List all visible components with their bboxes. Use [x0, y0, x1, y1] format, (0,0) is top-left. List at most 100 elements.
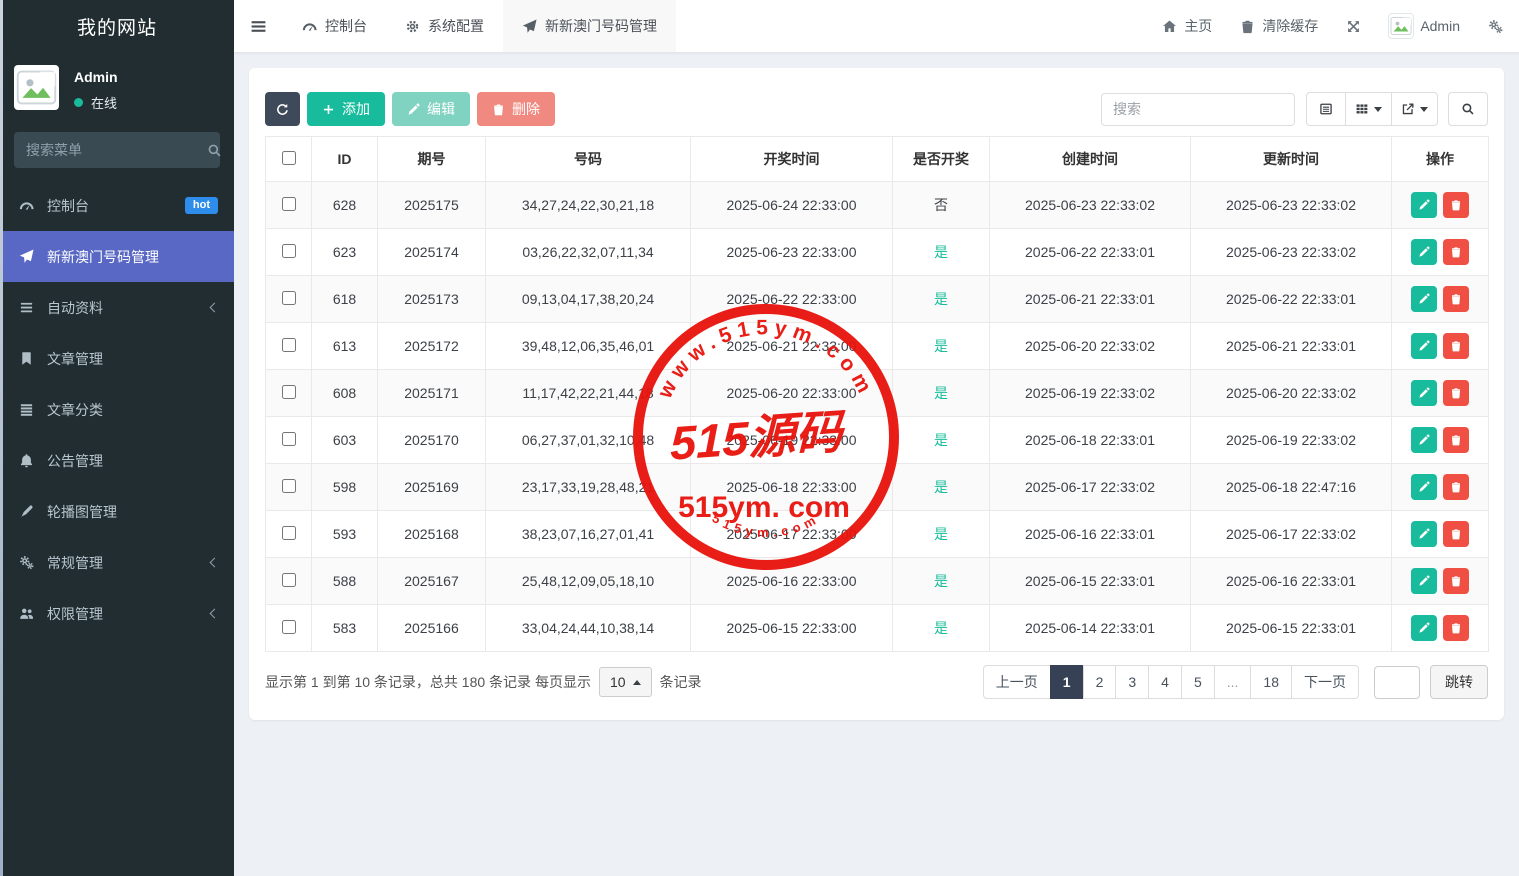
fullscreen-button[interactable] [1346, 19, 1361, 34]
page-ellipsis-button[interactable]: ... [1214, 665, 1252, 699]
pagination-info-prefix: 显示第 1 到第 10 条记录，总共 180 条记录 每页显示 [265, 672, 591, 692]
row-delete-button[interactable] [1443, 615, 1469, 641]
drawn-status: 否 [934, 197, 948, 213]
sidebar-item-新新澳门号码管理[interactable]: 新新澳门号码管理 [0, 231, 234, 282]
row-edit-button[interactable] [1411, 568, 1437, 594]
row-edit-button[interactable] [1411, 192, 1437, 218]
table-body: 628202517534,27,24,22,30,21,182025-06-24… [266, 182, 1489, 652]
column-header-ID[interactable]: ID [312, 137, 378, 182]
row-checkbox[interactable] [282, 620, 296, 634]
sidebar-search-input[interactable] [26, 142, 207, 158]
row-checkbox[interactable] [282, 338, 296, 352]
home-link[interactable]: 主页 [1162, 16, 1212, 36]
page-button-4[interactable]: 4 [1148, 665, 1182, 699]
prev-page-button[interactable]: 上一页 [983, 665, 1051, 699]
edit-button[interactable]: 编辑 [392, 92, 470, 126]
jump-button[interactable]: 跳转 [1430, 665, 1488, 699]
row-edit-button[interactable] [1411, 615, 1437, 641]
row-delete-button[interactable] [1443, 192, 1469, 218]
page-button-1[interactable]: 1 [1050, 665, 1084, 699]
site-title: 我的网站 [0, 0, 234, 53]
add-button[interactable]: 添加 [307, 92, 385, 126]
page-size-dropdown[interactable]: 10 [599, 667, 652, 697]
row-edit-button[interactable] [1411, 380, 1437, 406]
sidebar-item-label: 文章分类 [47, 400, 103, 420]
sidebar-item-常规管理[interactable]: 常规管理 [0, 537, 234, 588]
row-edit-button[interactable] [1411, 333, 1437, 359]
column-header-操作[interactable]: 操作 [1392, 137, 1489, 182]
hamburger-icon[interactable] [234, 0, 283, 52]
next-page-button[interactable]: 下一页 [1291, 665, 1359, 699]
row-edit-button[interactable] [1411, 286, 1437, 312]
column-header-是否开奖[interactable]: 是否开奖 [893, 137, 990, 182]
select-all-checkbox[interactable] [282, 151, 296, 165]
sidebar-item-公告管理[interactable]: 公告管理 [0, 435, 234, 486]
draw-time-cell: 2025-06-23 22:33:00 [691, 229, 893, 276]
row-edit-button[interactable] [1411, 474, 1437, 500]
tab-新新澳门号码管理[interactable]: 新新澳门号码管理 [503, 0, 676, 52]
sidebar-item-文章分类[interactable]: 文章分类 [0, 384, 234, 435]
row-select-cell [266, 229, 312, 276]
row-delete-button[interactable] [1443, 380, 1469, 406]
column-header-期号[interactable]: 期号 [378, 137, 486, 182]
drawn-cell: 是 [893, 511, 990, 558]
detail-view-button[interactable] [1306, 92, 1346, 126]
user-menu[interactable]: Admin [1389, 14, 1460, 38]
row-checkbox[interactable] [282, 526, 296, 540]
sidebar-item-控制台[interactable]: 控制台hot [0, 180, 234, 231]
row-delete-button[interactable] [1443, 568, 1469, 594]
draw-time-cell: 2025-06-15 22:33:00 [691, 605, 893, 652]
column-header-号码[interactable]: 号码 [486, 137, 691, 182]
clear-cache-link[interactable]: 清除缓存 [1240, 16, 1318, 36]
row-select-cell [266, 511, 312, 558]
columns-button[interactable] [1345, 92, 1392, 126]
issue-cell: 2025167 [378, 558, 486, 605]
row-checkbox[interactable] [282, 197, 296, 211]
export-button[interactable] [1391, 92, 1438, 126]
pen-icon [16, 504, 36, 519]
page-button-2[interactable]: 2 [1083, 665, 1117, 699]
table-row: 618202517309,13,04,17,38,20,242025-06-22… [266, 276, 1489, 323]
search-icon[interactable] [207, 143, 222, 158]
tab-系统配置[interactable]: 系统配置 [386, 0, 503, 52]
row-checkbox[interactable] [282, 244, 296, 258]
refresh-button[interactable] [265, 92, 300, 126]
delete-button[interactable]: 删除 [477, 92, 555, 126]
sidebar-item-权限管理[interactable]: 权限管理 [0, 588, 234, 639]
page-button-5[interactable]: 5 [1181, 665, 1215, 699]
row-checkbox[interactable] [282, 479, 296, 493]
trash-icon [492, 103, 505, 116]
search-button[interactable] [1448, 92, 1488, 126]
drawn-status: 是 [934, 385, 948, 401]
row-edit-button[interactable] [1411, 239, 1437, 265]
table-search-input[interactable] [1101, 93, 1295, 126]
row-checkbox[interactable] [282, 385, 296, 399]
row-delete-button[interactable] [1443, 239, 1469, 265]
row-edit-button[interactable] [1411, 427, 1437, 453]
broken-image-icon [1389, 14, 1413, 38]
row-delete-button[interactable] [1443, 333, 1469, 359]
user-status-label: 在线 [91, 93, 117, 112]
tab-控制台[interactable]: 控制台 [283, 0, 386, 52]
column-header-开奖时间[interactable]: 开奖时间 [691, 137, 893, 182]
sidebar-search [14, 132, 220, 168]
settings-button[interactable] [1488, 19, 1503, 34]
row-edit-button[interactable] [1411, 521, 1437, 547]
row-delete-button[interactable] [1443, 286, 1469, 312]
page-button-3[interactable]: 3 [1115, 665, 1149, 699]
sidebar-item-轮播图管理[interactable]: 轮播图管理 [0, 486, 234, 537]
row-checkbox[interactable] [282, 432, 296, 446]
column-header-更新时间[interactable]: 更新时间 [1191, 137, 1392, 182]
row-checkbox[interactable] [282, 573, 296, 587]
row-delete-button[interactable] [1443, 521, 1469, 547]
sidebar-item-label: 轮播图管理 [47, 502, 117, 522]
page-size-value: 10 [610, 674, 626, 690]
row-checkbox[interactable] [282, 291, 296, 305]
page-button-18[interactable]: 18 [1250, 665, 1292, 699]
column-header-创建时间[interactable]: 创建时间 [990, 137, 1191, 182]
jump-page-input[interactable] [1374, 666, 1420, 699]
row-delete-button[interactable] [1443, 427, 1469, 453]
sidebar-item-文章管理[interactable]: 文章管理 [0, 333, 234, 384]
sidebar-item-自动资料[interactable]: 自动资料 [0, 282, 234, 333]
row-delete-button[interactable] [1443, 474, 1469, 500]
